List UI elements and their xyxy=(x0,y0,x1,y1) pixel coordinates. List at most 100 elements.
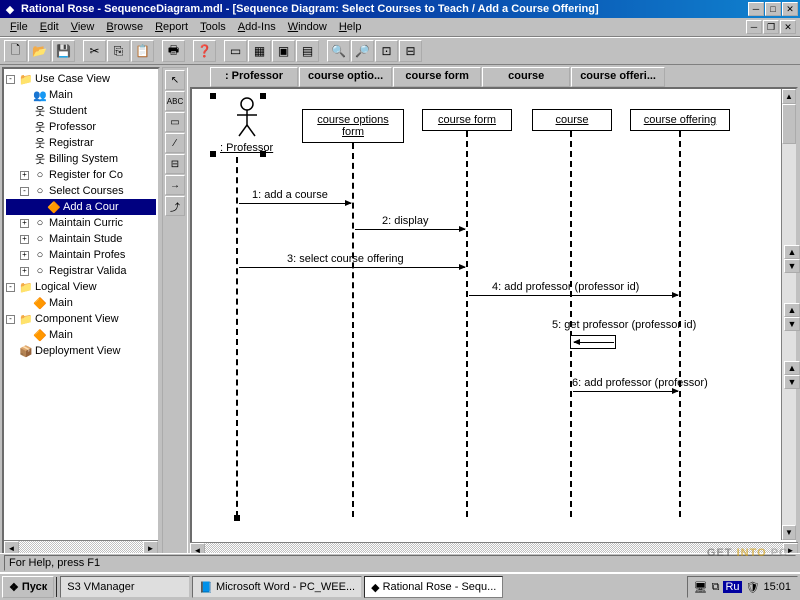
clock[interactable]: 15:01 xyxy=(763,581,791,593)
text-tool[interactable]: ABC xyxy=(165,91,185,111)
scroll-up-icon[interactable]: ▲ xyxy=(784,361,800,375)
menu-window[interactable]: Window xyxy=(282,19,333,35)
tree-expand-icon[interactable]: + xyxy=(20,235,29,244)
menu-file[interactable]: File xyxy=(4,19,34,35)
selection-handle[interactable] xyxy=(260,93,266,99)
tree-item[interactable]: 웃Professor xyxy=(6,119,156,135)
message-label[interactable]: 4: add professor (professor id) xyxy=(492,281,639,293)
tree-item[interactable]: +○Maintain Profes xyxy=(6,247,156,263)
message-arrow[interactable] xyxy=(239,267,465,268)
message-arrow[interactable] xyxy=(573,391,678,392)
lifeline-course-form[interactable] xyxy=(466,131,468,517)
tree-item[interactable]: 웃Registrar xyxy=(6,135,156,151)
paste-button[interactable]: 📋 xyxy=(131,40,154,62)
object-tool[interactable]: ⊟ xyxy=(165,154,185,174)
copy-button[interactable]: ⎘ xyxy=(107,40,130,62)
tree-item[interactable]: 웃Student xyxy=(6,103,156,119)
tree-item[interactable]: 📦Deployment View xyxy=(6,343,156,359)
tree-item[interactable]: 👥Main xyxy=(6,87,156,103)
menu-browse[interactable]: Browse xyxy=(100,19,149,35)
fit-button[interactable]: ⊡ xyxy=(375,40,398,62)
tree-item[interactable]: -📁Use Case View xyxy=(6,71,156,87)
tree-item[interactable]: 🔶Main xyxy=(6,327,156,343)
tree-item[interactable]: +○Register for Co xyxy=(6,167,156,183)
open-button[interactable]: 📂 xyxy=(28,40,51,62)
return-tool[interactable]: ⤴ xyxy=(165,196,185,216)
tree-expand-icon[interactable]: - xyxy=(6,75,15,84)
cut-button[interactable]: ✂ xyxy=(83,40,106,62)
message-arrow[interactable] xyxy=(239,203,351,204)
tab-course[interactable]: course xyxy=(482,67,570,87)
object-course-form[interactable]: course form xyxy=(422,109,512,131)
message-label[interactable]: 3: select course offering xyxy=(287,253,404,265)
menu-tools[interactable]: Tools xyxy=(194,19,232,35)
tab-course-form[interactable]: course form xyxy=(393,67,481,87)
scroll-down-icon[interactable]: ▼ xyxy=(782,525,796,540)
scroll-down-icon[interactable]: ▼ xyxy=(784,317,800,331)
note-tool[interactable]: ▭ xyxy=(165,112,185,132)
tree-expand-icon[interactable]: + xyxy=(20,171,29,180)
mdi-minimize-button[interactable]: ─ xyxy=(746,20,762,34)
selection-handle[interactable] xyxy=(210,151,216,157)
tab-professor[interactable]: : Professor xyxy=(210,67,298,87)
task-s3vmanager[interactable]: S3 VManager xyxy=(60,576,190,598)
tree-item[interactable]: 웃Billing System xyxy=(6,151,156,167)
browse-component-button[interactable]: ▣ xyxy=(272,40,295,62)
tab-course-options[interactable]: course optio... xyxy=(299,67,392,87)
system-tray[interactable]: 🖥 ⧉ Ru 🛡 15:01 xyxy=(687,576,798,598)
start-button[interactable]: ❖ Пуск xyxy=(2,576,54,598)
menu-view[interactable]: View xyxy=(65,19,101,35)
zoom-in-button[interactable]: 🔍 xyxy=(327,40,350,62)
actor-professor[interactable]: : Professor xyxy=(220,97,273,154)
message-arrow[interactable] xyxy=(574,342,614,343)
tray-icon[interactable]: ⧉ xyxy=(712,581,720,594)
message-label[interactable]: 6: add professor (professor) xyxy=(572,377,708,389)
tree-item[interactable]: 🔶Main xyxy=(6,295,156,311)
object-course-offering[interactable]: course offering xyxy=(630,109,730,131)
browse-deployment-button[interactable]: ▤ xyxy=(296,40,319,62)
save-button[interactable]: 💾 xyxy=(52,40,75,62)
lifeline-course-options[interactable] xyxy=(352,143,354,517)
browse-interaction-button[interactable]: ▦ xyxy=(248,40,271,62)
scroll-up-icon[interactable]: ▲ xyxy=(784,303,800,317)
tree-expand-icon[interactable]: + xyxy=(20,267,29,276)
tree-expand-icon[interactable]: + xyxy=(20,251,29,260)
tree-item[interactable]: +○Registrar Valida xyxy=(6,263,156,279)
scroll-up-icon[interactable]: ▲ xyxy=(784,245,800,259)
close-button[interactable]: ✕ xyxy=(782,2,798,16)
selection-handle[interactable] xyxy=(260,151,266,157)
minimize-button[interactable]: ─ xyxy=(748,2,764,16)
mdi-close-button[interactable]: ✕ xyxy=(780,20,796,34)
scroll-thumb[interactable] xyxy=(782,104,796,144)
scroll-up-icon[interactable]: ▲ xyxy=(782,89,796,104)
undo-fit-button[interactable]: ⊟ xyxy=(399,40,422,62)
message-tool[interactable]: → xyxy=(165,175,185,195)
task-msword[interactable]: 📘Microsoft Word - PC_WEE... xyxy=(192,576,362,598)
tree-item[interactable]: +○Maintain Stude xyxy=(6,231,156,247)
object-course[interactable]: course xyxy=(532,109,612,131)
tree-item[interactable]: -○Select Courses xyxy=(6,183,156,199)
mdi-restore-button[interactable]: ❐ xyxy=(763,20,779,34)
tree-item[interactable]: -📁Component View xyxy=(6,311,156,327)
help-context-button[interactable]: ❓ xyxy=(193,40,216,62)
message-label[interactable]: 5: get professor (professor id) xyxy=(552,319,696,331)
scroll-down-icon[interactable]: ▼ xyxy=(784,375,800,389)
task-rational-rose[interactable]: ◆Rational Rose - Sequ... xyxy=(364,576,503,598)
tree-expand-icon[interactable]: - xyxy=(6,283,15,292)
menu-edit[interactable]: Edit xyxy=(34,19,65,35)
message-label[interactable]: 1: add a course xyxy=(252,189,328,201)
tab-course-offering[interactable]: course offeri... xyxy=(571,67,665,87)
pointer-tool[interactable]: ↖ xyxy=(165,70,185,90)
scroll-down-icon[interactable]: ▼ xyxy=(784,259,800,273)
menu-help[interactable]: Help xyxy=(333,19,368,35)
zoom-out-button[interactable]: 🔎 xyxy=(351,40,374,62)
tree-item[interactable]: 🔶Add a Cour xyxy=(6,199,156,215)
browser-tree[interactable]: -📁Use Case View👥Main웃Student웃Professor웃R… xyxy=(2,67,160,557)
language-indicator[interactable]: Ru xyxy=(723,581,741,593)
message-label[interactable]: 2: display xyxy=(382,215,428,227)
tree-item[interactable]: -📁Logical View xyxy=(6,279,156,295)
selection-handle[interactable] xyxy=(234,515,240,521)
selection-handle[interactable] xyxy=(210,93,216,99)
tray-icon[interactable]: 🛡 xyxy=(746,581,760,594)
tree-expand-icon[interactable]: + xyxy=(20,219,29,228)
